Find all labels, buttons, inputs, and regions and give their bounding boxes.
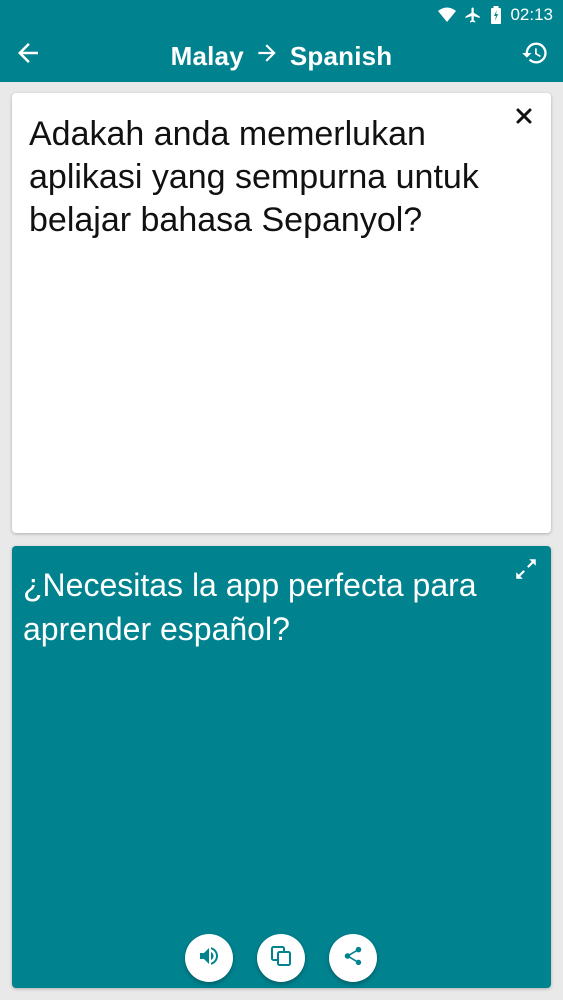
arrow-right-icon <box>254 40 280 73</box>
expand-icon <box>513 556 539 587</box>
app-bar: Malay Spanish <box>0 30 563 82</box>
source-text-card[interactable]: Adakah anda memerlukan aplikasi yang sem… <box>12 93 551 622</box>
share-button[interactable] <box>329 934 377 982</box>
close-icon <box>516 108 532 129</box>
target-language-label[interactable]: Spanish <box>290 41 393 72</box>
translation-card: ¿Necesitas la app perfecta para aprender… <box>12 546 551 988</box>
language-pair-title[interactable]: Malay Spanish <box>0 30 563 82</box>
translated-text: ¿Necesitas la app perfecta para aprender… <box>23 567 477 647</box>
clear-button[interactable] <box>509 103 539 133</box>
wifi-icon <box>438 7 457 23</box>
battery-icon <box>490 6 502 24</box>
source-language-label[interactable]: Malay <box>171 41 244 72</box>
source-text[interactable]: Adakah anda memerlukan aplikasi yang sem… <box>29 113 499 242</box>
status-time: 02:13 <box>510 5 553 24</box>
expand-button[interactable] <box>511 556 541 586</box>
status-bar: 02:13 <box>0 0 563 30</box>
history-icon <box>521 39 549 72</box>
copy-button[interactable] <box>257 934 305 982</box>
speak-translation-button[interactable] <box>185 934 233 982</box>
history-button[interactable] <box>517 37 553 73</box>
share-icon <box>342 945 364 972</box>
speaker-icon <box>197 944 221 973</box>
copy-icon <box>269 944 293 973</box>
airplane-icon <box>464 6 482 24</box>
translation-action-bar <box>185 934 377 982</box>
